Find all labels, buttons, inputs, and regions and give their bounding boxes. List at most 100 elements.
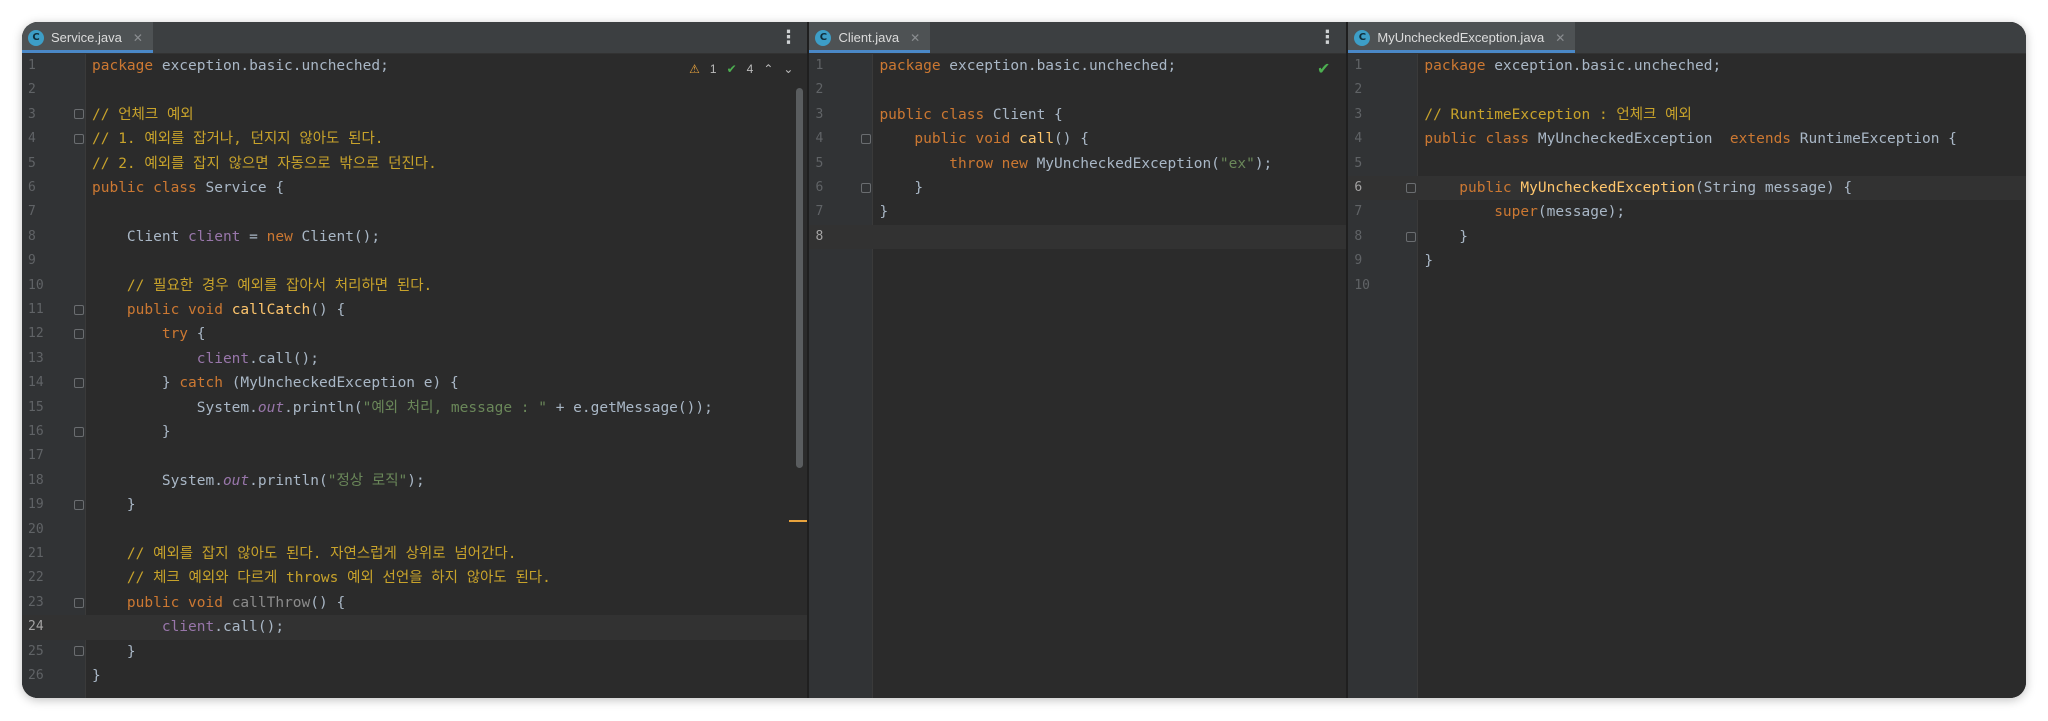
close-icon[interactable]: ✕ xyxy=(910,31,920,45)
line-number: 4 xyxy=(28,131,36,147)
code-line: } catch (MyUncheckedException e) { xyxy=(92,375,459,392)
tab-service-java[interactable]: C Service.java ✕ xyxy=(22,22,153,53)
code-editor[interactable]: ⚠ 1 ✔ 4 ⌃ ⌄ 1 2 3 4 5 6 7 8 9 10 11 12 1… xyxy=(22,54,808,698)
tab-bar: C Service.java ✕ ⋮ xyxy=(22,22,808,54)
line-number: 2 xyxy=(28,82,36,98)
code-line: client.call(); xyxy=(196,350,319,367)
code-editor[interactable]: 1 2 3 4 5 6 7 8 9 10 package exception.b… xyxy=(1348,54,2026,698)
code-line: // 언체크 예외 xyxy=(92,106,194,123)
line-number: 18 xyxy=(28,472,44,488)
fold-icon[interactable] xyxy=(74,305,84,315)
fold-icon[interactable] xyxy=(74,109,84,119)
code-line: super(message); xyxy=(1424,204,1626,221)
line-number: 15 xyxy=(28,399,44,415)
line-number: 7 xyxy=(815,204,824,220)
line-number: 3 xyxy=(1354,106,1363,122)
code-line: } xyxy=(879,180,924,196)
line-number: 13 xyxy=(28,350,44,366)
line-number: 24 xyxy=(28,619,44,635)
line-number: 3 xyxy=(815,106,824,122)
code-area[interactable]: package exception.basic.uncheched; // Ru… xyxy=(1418,54,2026,698)
line-number: 7 xyxy=(1354,204,1363,220)
line-number: 5 xyxy=(815,155,824,171)
fold-icon[interactable] xyxy=(1406,183,1417,193)
line-number: 3 xyxy=(28,106,36,122)
code-line: package exception.basic.uncheched; xyxy=(879,58,1177,74)
code-line: System.out.println("정상 로직"); xyxy=(92,472,425,489)
line-number: 22 xyxy=(28,570,44,586)
fold-icon[interactable] xyxy=(74,598,84,608)
line-number: 7 xyxy=(28,204,36,220)
code-area[interactable]: package exception.basic.uncheched; publi… xyxy=(873,54,1346,698)
fold-icon[interactable] xyxy=(74,427,84,437)
code-line: } xyxy=(1424,253,1434,270)
line-number: 19 xyxy=(28,497,44,513)
line-number: 10 xyxy=(28,277,44,293)
code-line: public MyUncheckedException(String messa… xyxy=(1424,180,1853,196)
code-editor[interactable]: ✔ 1 2 3 4 5 6 7 8 package exception.basi… xyxy=(809,54,1347,698)
line-number: 6 xyxy=(815,180,824,195)
editor-pane-client: C Client.java ✕ ⋮ ✔ 1 2 3 4 5 6 7 8 pack… xyxy=(809,22,1347,698)
code-line: public class Client { xyxy=(879,106,1063,123)
code-line: try { xyxy=(92,326,206,343)
tab-bar: C Client.java ✕ ⋮ xyxy=(809,22,1347,54)
tab-label: Client.java xyxy=(838,30,900,45)
code-line: // 예외를 잡지 않아도 된다. 자연스럽게 상위로 넘어간다. xyxy=(92,546,517,562)
code-line: // RuntimeException : 언체크 예외 xyxy=(1424,106,1692,123)
java-class-icon: C xyxy=(28,29,44,46)
code-line: // 2. 예외를 잡지 않으면 자동으로 밖으로 던진다. xyxy=(92,155,437,172)
code-line: public void call() { xyxy=(879,131,1089,148)
line-number: 4 xyxy=(815,131,824,147)
fold-icon[interactable] xyxy=(74,500,84,510)
code-line: client.call(); xyxy=(161,619,285,636)
fold-icon[interactable] xyxy=(1406,232,1417,242)
line-number: 6 xyxy=(1354,180,1363,195)
line-number: 1 xyxy=(1354,58,1363,73)
line-number: 9 xyxy=(28,253,36,269)
java-class-icon: C xyxy=(1354,29,1371,46)
fold-icon[interactable] xyxy=(861,183,872,193)
code-line: public void callThrow() { xyxy=(92,594,346,611)
code-line: // 체크 예외와 다르게 throws 예외 선언을 하지 않아도 된다. xyxy=(92,570,551,587)
code-line: } xyxy=(879,204,889,221)
line-number: 14 xyxy=(28,375,44,391)
line-number: 17 xyxy=(28,448,44,464)
more-options-icon[interactable]: ⋮ xyxy=(1318,28,1336,48)
code-line: } xyxy=(92,497,136,514)
line-number: 20 xyxy=(28,521,44,537)
code-line: // 1. 예외를 잡거나, 던지지 않아도 된다. xyxy=(92,131,384,148)
editor-pane-service: C Service.java ✕ ⋮ ⚠ 1 ✔ 4 ⌃ ⌄ 1 2 3 4 5… xyxy=(22,22,808,698)
line-number: 5 xyxy=(1354,155,1363,171)
fold-icon[interactable] xyxy=(74,646,84,656)
fold-icon[interactable] xyxy=(861,134,872,144)
code-line: Client client = new Client(); xyxy=(92,228,381,245)
code-area[interactable]: package exception.basic.uncheched; // 언체… xyxy=(86,54,807,698)
line-number: 26 xyxy=(28,668,44,683)
line-number: 12 xyxy=(28,326,44,342)
line-number: 8 xyxy=(28,228,36,244)
fold-icon[interactable] xyxy=(74,329,84,339)
fold-icon[interactable] xyxy=(74,378,84,388)
line-number: 23 xyxy=(28,594,44,610)
line-number: 8 xyxy=(1354,228,1363,244)
java-class-icon: C xyxy=(815,29,832,46)
editor-pane-exception: C MyUncheckedException.java ✕ 1 2 3 4 5 … xyxy=(1348,22,2026,698)
more-options-icon[interactable]: ⋮ xyxy=(779,28,797,48)
code-line: System.out.println("예외 처리, message : " +… xyxy=(92,399,713,416)
tab-client-java[interactable]: C Client.java ✕ xyxy=(809,22,931,53)
code-line: } xyxy=(92,668,101,684)
line-number: 1 xyxy=(28,58,36,73)
line-number: 2 xyxy=(1354,82,1363,98)
tab-myuncheckedexception-java[interactable]: C MyUncheckedException.java ✕ xyxy=(1348,22,1576,53)
line-number: 11 xyxy=(28,302,44,317)
close-icon[interactable]: ✕ xyxy=(133,31,143,45)
code-line: } xyxy=(1424,228,1469,245)
tab-label: MyUncheckedException.java xyxy=(1377,30,1545,45)
close-icon[interactable]: ✕ xyxy=(1555,31,1565,45)
tab-label: Service.java xyxy=(51,30,122,45)
fold-icon[interactable] xyxy=(74,134,84,144)
line-number: 16 xyxy=(28,424,44,439)
code-line: } xyxy=(92,424,171,440)
line-number: 2 xyxy=(815,82,824,98)
code-line: // 필요한 경우 예외를 잡아서 처리하면 된다. xyxy=(92,277,433,294)
